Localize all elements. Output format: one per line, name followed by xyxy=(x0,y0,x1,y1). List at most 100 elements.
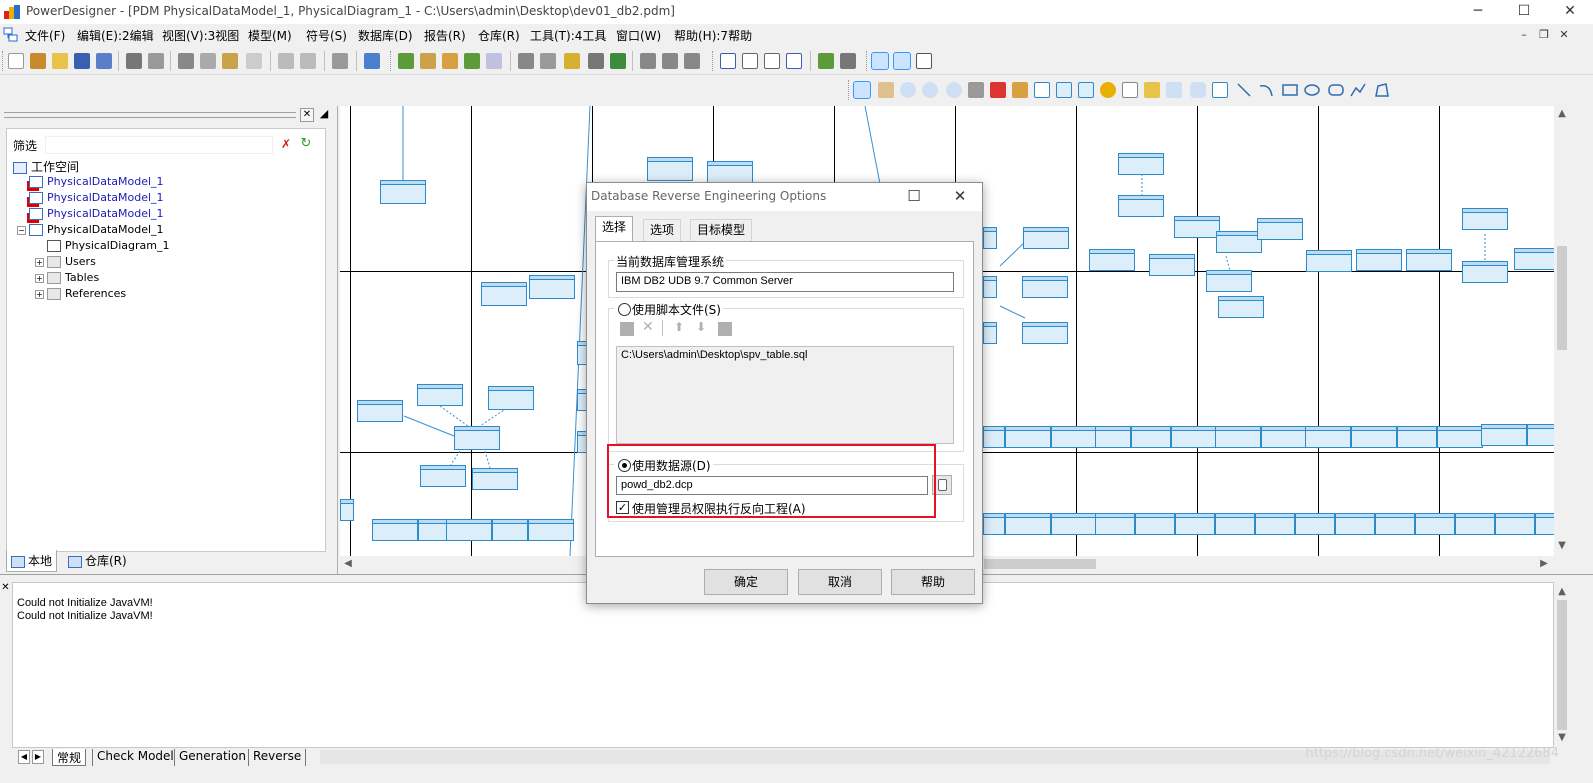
table-entity[interactable] xyxy=(1535,513,1554,535)
ellipse-tool-icon[interactable] xyxy=(1304,82,1320,98)
minimize-button[interactable]: ─ xyxy=(1455,0,1501,24)
save-icon[interactable] xyxy=(74,53,90,69)
mdi-restore-button[interactable]: ❐ xyxy=(1536,28,1552,42)
tab-generation[interactable]: Generation xyxy=(174,749,250,766)
print-icon[interactable] xyxy=(148,53,164,69)
table-entity[interactable] xyxy=(1481,424,1527,446)
scroll-down-icon[interactable]: ▼ xyxy=(1554,732,1570,743)
table-entity[interactable] xyxy=(1118,153,1164,175)
table-entity[interactable] xyxy=(1023,227,1069,249)
table-entity[interactable] xyxy=(1397,426,1437,448)
forward-icon[interactable] xyxy=(684,53,700,69)
menu-tools[interactable]: 工具(T):4工具 xyxy=(530,27,606,44)
menu-window[interactable]: 窗口(W) xyxy=(616,27,661,44)
table-entity[interactable] xyxy=(1131,426,1171,448)
table-entity[interactable] xyxy=(1218,296,1264,318)
table-entity[interactable] xyxy=(1462,208,1508,230)
scroll-left-icon[interactable]: ◀ xyxy=(342,558,354,569)
print-preview-icon[interactable] xyxy=(126,53,142,69)
menu-symbol[interactable]: 符号(S) xyxy=(306,27,347,44)
toolbar-grip[interactable] xyxy=(2,51,5,71)
tab-check-model[interactable]: Check Model xyxy=(92,749,178,766)
table-entity[interactable] xyxy=(1514,248,1554,270)
table-entity[interactable] xyxy=(1495,513,1535,535)
tab-scroll-left-icon[interactable]: ◀ xyxy=(18,750,30,764)
pointer-tool-icon[interactable] xyxy=(853,81,871,99)
scroll-up-icon[interactable]: ▲ xyxy=(1554,108,1570,119)
table-entity[interactable] xyxy=(1051,513,1097,535)
toolbar-grip[interactable] xyxy=(848,80,851,100)
tree-model[interactable]: PhysicalDataModel_1 xyxy=(29,175,164,191)
table-entity[interactable] xyxy=(340,499,354,521)
collapse-icon[interactable]: − xyxy=(17,225,26,235)
table-entity[interactable] xyxy=(1335,513,1375,535)
arc-tool-icon[interactable] xyxy=(1258,82,1274,98)
browser-toggle-icon[interactable] xyxy=(871,52,889,70)
expand-icon[interactable]: + xyxy=(35,257,44,267)
table-tool-icon[interactable] xyxy=(1034,82,1050,98)
window-split-icon[interactable] xyxy=(764,53,780,69)
text-color-icon[interactable] xyxy=(610,53,626,69)
impact-analysis-icon[interactable] xyxy=(420,53,436,69)
menu-edit[interactable]: 编辑(E):2编辑 xyxy=(77,27,154,44)
open-icon[interactable] xyxy=(52,53,68,69)
tree-model-expanded[interactable]: − PhysicalDataModel_1 xyxy=(17,223,164,239)
table-entity[interactable] xyxy=(418,519,448,541)
tree-model[interactable]: PhysicalDataModel_1 xyxy=(29,207,164,223)
undo-icon[interactable] xyxy=(278,53,294,69)
scroll-thumb[interactable] xyxy=(1557,246,1567,350)
expand-icon[interactable]: + xyxy=(35,289,44,299)
scroll-thumb[interactable] xyxy=(984,559,1096,569)
properties-icon[interactable] xyxy=(332,53,348,69)
table-entity[interactable] xyxy=(1089,249,1135,271)
menu-repository[interactable]: 仓库(R) xyxy=(478,27,520,44)
table-entity[interactable] xyxy=(1174,216,1220,238)
new-model-icon[interactable] xyxy=(30,53,46,69)
table-entity[interactable] xyxy=(1095,426,1131,448)
pointer-icon[interactable] xyxy=(588,53,604,69)
back-icon[interactable] xyxy=(662,53,678,69)
redo-icon[interactable] xyxy=(300,53,316,69)
window-tile-icon[interactable] xyxy=(742,53,758,69)
script-file-radio[interactable] xyxy=(618,303,631,316)
pane-drag-handle[interactable] xyxy=(4,112,296,118)
delete-icon[interactable] xyxy=(246,53,262,69)
check-model-icon[interactable] xyxy=(398,53,414,69)
dialog-close-icon[interactable]: ✕ xyxy=(937,183,983,211)
note-tool-icon[interactable] xyxy=(1144,82,1160,98)
close-diagram-icon[interactable] xyxy=(840,53,856,69)
paste-icon[interactable] xyxy=(222,53,238,69)
refresh-icon[interactable]: ↻ xyxy=(299,137,313,151)
output-close-icon[interactable]: ✕ xyxy=(0,582,11,596)
table-entity[interactable] xyxy=(1455,513,1495,535)
menu-view[interactable]: 视图(V):3视图 xyxy=(162,27,239,44)
menu-model[interactable]: 模型(M) xyxy=(248,27,292,44)
table-entity[interactable] xyxy=(357,400,403,422)
table-entity[interactable] xyxy=(1149,254,1195,276)
table-entity[interactable] xyxy=(528,519,574,541)
result-list-icon[interactable] xyxy=(916,53,932,69)
table-entity[interactable] xyxy=(1095,513,1135,535)
scroll-up-icon[interactable]: ▲ xyxy=(1554,586,1570,597)
table-entity[interactable] xyxy=(1118,195,1164,217)
table-entity[interactable] xyxy=(1216,231,1262,253)
tab-target-model[interactable]: 目标模型 xyxy=(690,219,753,241)
zoom-out-icon[interactable] xyxy=(922,82,938,98)
tree-diagram[interactable]: PhysicalDiagram_1 xyxy=(47,239,169,255)
procedure-tool-icon[interactable] xyxy=(1100,82,1116,98)
table-entity[interactable] xyxy=(1175,513,1215,535)
pane-close-icon[interactable]: ✕ xyxy=(300,108,314,122)
pencil-icon[interactable] xyxy=(564,53,580,69)
grabber-icon[interactable] xyxy=(878,82,894,98)
close-button[interactable]: ✕ xyxy=(1547,0,1593,24)
canvas-vertical-scrollbar[interactable]: ▲ ▼ xyxy=(1554,106,1570,556)
table-entity[interactable] xyxy=(1215,513,1255,535)
new-icon[interactable] xyxy=(8,53,24,69)
polyline-tool-icon[interactable] xyxy=(1350,82,1366,98)
tree-folder-users[interactable]: + Users xyxy=(35,255,96,271)
properties-tool-icon[interactable] xyxy=(968,82,984,98)
view-tool-icon[interactable] xyxy=(1056,82,1072,98)
toolbar-grip[interactable] xyxy=(866,51,869,71)
tree-workspace[interactable]: 工作空间 xyxy=(13,158,79,174)
window-cascade-icon[interactable] xyxy=(720,53,736,69)
